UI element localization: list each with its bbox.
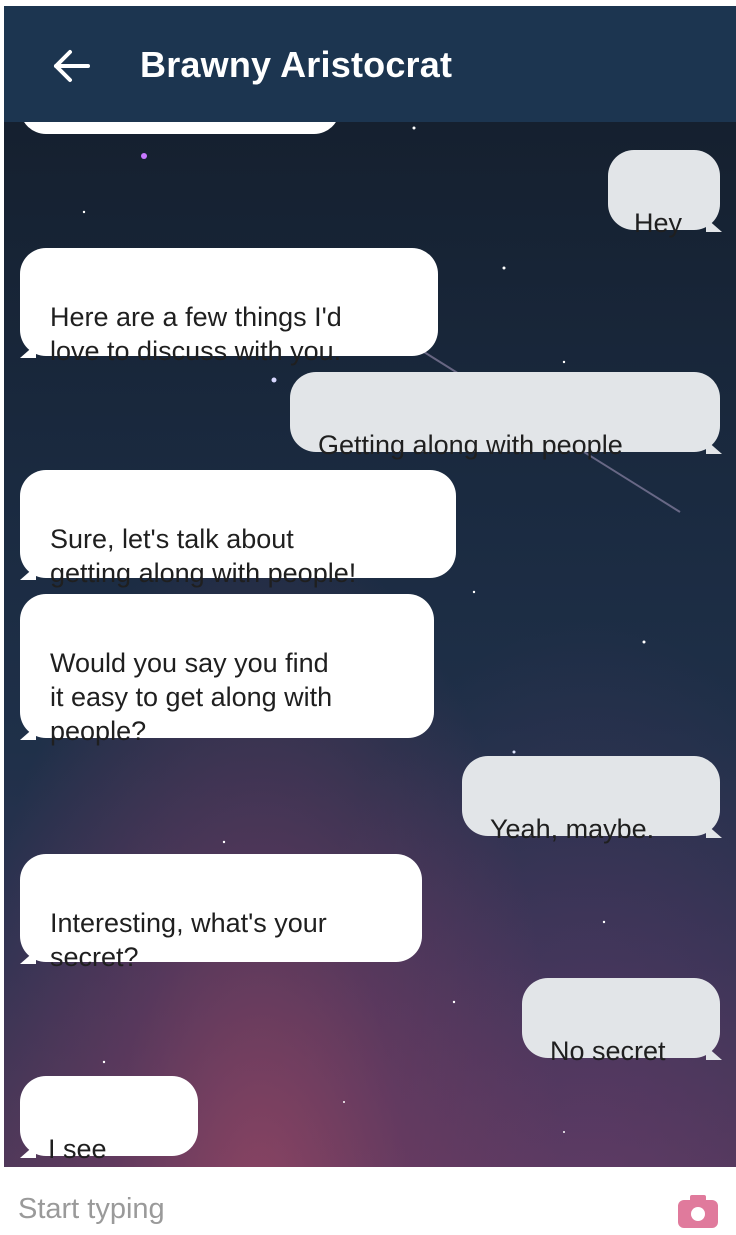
chat-title: Brawny Aristocrat <box>140 44 453 85</box>
message-text: Getting along with people <box>318 430 623 460</box>
bubble-tail <box>20 726 36 740</box>
message-text: No secret <box>550 1036 666 1066</box>
message-text: Yeah, maybe. <box>490 814 655 844</box>
message-bubble-bot: I see <box>20 1076 198 1164</box>
message-input[interactable] <box>18 1187 618 1231</box>
message-bubble-bot: Interesting, what's your secret? <box>20 854 422 972</box>
message-text: Hey <box>634 208 683 238</box>
message-bubble-partial <box>20 122 340 134</box>
camera-button[interactable] <box>676 1193 720 1229</box>
bubble-tail <box>706 218 722 232</box>
message-bubble-user: Getting along with people <box>290 372 720 460</box>
message-bubble-user: Hey <box>608 150 720 238</box>
message-text: Here are a few things I'd love to discus… <box>50 302 342 366</box>
message-text: Sure, let's talk about getting along wit… <box>50 524 357 588</box>
bubble-tail <box>20 344 36 358</box>
arrow-left-icon <box>54 50 90 82</box>
message-bubble-user: Yeah, maybe. <box>462 756 720 844</box>
bubble-tail <box>20 1144 36 1158</box>
camera-icon <box>678 1195 718 1228</box>
bubble-tail <box>20 950 36 964</box>
message-bubble-bot: Here are a few things I'd love to discus… <box>20 248 438 366</box>
chat-screen: Brawny Aristocrat Hey Here are a few thi… <box>0 0 736 1235</box>
bubble-tail <box>20 566 36 580</box>
message-bubble-bot: Would you say you find it easy to get al… <box>20 594 434 746</box>
bubble-tail <box>706 824 722 838</box>
message-text: Would you say you find it easy to get al… <box>50 648 333 746</box>
bubble-tail <box>706 1046 722 1060</box>
back-button[interactable] <box>50 46 96 86</box>
message-bubble-user: No secret <box>522 978 720 1066</box>
app-header: Brawny Aristocrat <box>4 6 736 122</box>
message-text: I see <box>48 1134 107 1164</box>
message-list[interactable]: Hey Here are a few things I'd love to di… <box>4 122 736 1167</box>
composer-bar <box>0 1167 736 1235</box>
message-bubble-bot: Sure, let's talk about getting along wit… <box>20 470 456 588</box>
bubble-tail <box>706 440 722 454</box>
